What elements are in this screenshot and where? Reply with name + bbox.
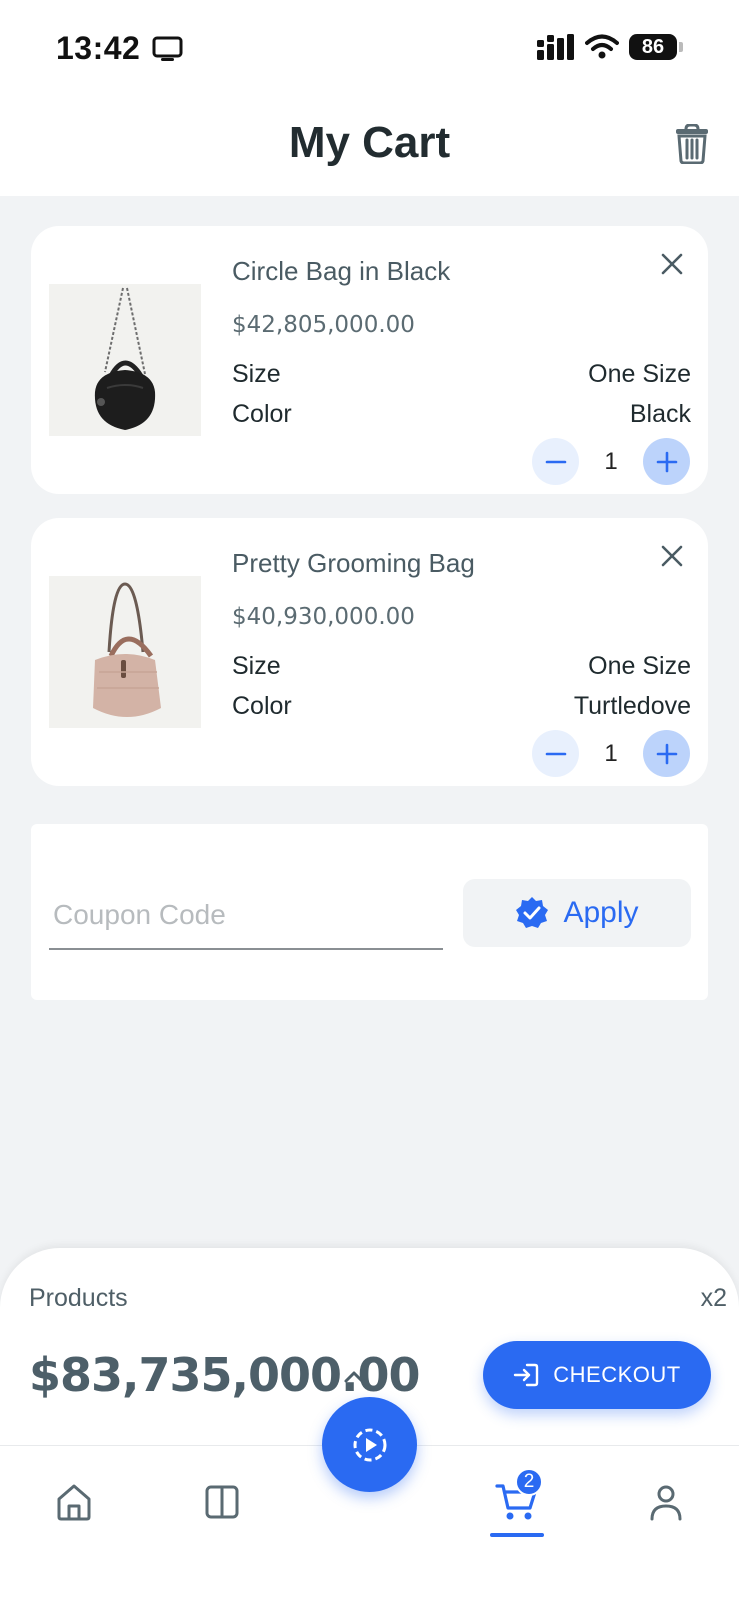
size-row: Size One Size <box>232 360 691 389</box>
decrease-quantity-button[interactable] <box>532 730 579 777</box>
apply-coupon-button[interactable]: Apply <box>463 879 691 947</box>
cellular-signal-icon <box>537 34 574 60</box>
cart-item: Circle Bag in Black $42,805,000.00 Size … <box>31 226 708 494</box>
increase-quantity-button[interactable] <box>643 730 690 777</box>
apply-label: Apply <box>563 896 639 929</box>
size-label: Size <box>232 360 281 388</box>
product-name[interactable]: Pretty Grooming Bag <box>232 548 475 579</box>
coupon-code-input[interactable] <box>49 882 443 950</box>
quantity-value: 1 <box>604 739 618 767</box>
wifi-icon <box>585 34 619 59</box>
active-tab-indicator <box>490 1533 544 1537</box>
play-circle-icon <box>353 1428 386 1461</box>
plus-icon <box>656 451 677 472</box>
cart-badge: 2 <box>515 1468 543 1496</box>
product-image[interactable] <box>49 284 201 436</box>
chevron-up-icon[interactable] <box>343 1368 365 1384</box>
product-price: $42,805,000.00 <box>232 312 415 338</box>
color-label: Color <box>232 692 292 720</box>
checkout-label: CHECKOUT <box>553 1362 681 1387</box>
products-label: Products <box>29 1284 128 1312</box>
close-icon[interactable] <box>658 250 686 278</box>
screen-mirroring-icon <box>152 36 183 61</box>
plus-icon <box>656 743 677 764</box>
product-price: $40,930,000.00 <box>232 604 415 630</box>
trash-icon[interactable] <box>675 124 709 164</box>
nav-profile[interactable] <box>636 1472 696 1532</box>
quantity-value: 1 <box>604 447 618 475</box>
handbag-black-image <box>49 284 201 436</box>
color-row: Color Turtledove <box>232 692 691 721</box>
status-bar: 13:42 86 <box>0 0 739 96</box>
quantity-stepper: 1 <box>532 730 690 777</box>
home-icon <box>57 1484 91 1521</box>
size-value: One Size <box>588 652 691 680</box>
increase-quantity-button[interactable] <box>643 438 690 485</box>
battery-indicator: 86 <box>629 34 683 60</box>
close-icon[interactable] <box>658 542 686 570</box>
product-name[interactable]: Circle Bag in Black <box>232 256 450 287</box>
product-image[interactable] <box>49 576 201 728</box>
color-value: Black <box>629 400 691 428</box>
battery-tip <box>679 42 683 52</box>
user-icon <box>650 1485 682 1521</box>
coupon-section: Apply <box>31 824 708 1000</box>
nav-cart[interactable]: 2 <box>487 1468 547 1532</box>
minus-icon <box>545 460 566 463</box>
color-row: Color Black <box>232 400 691 429</box>
quantity-stepper: 1 <box>532 438 690 485</box>
login-icon <box>514 1363 539 1387</box>
status-time: 13:42 <box>56 30 141 66</box>
layout-columns-icon <box>205 1485 239 1519</box>
nav-catalog[interactable] <box>192 1472 252 1532</box>
size-value: One Size <box>588 360 691 388</box>
play-video-button[interactable] <box>322 1397 417 1492</box>
size-row: Size One Size <box>232 652 691 681</box>
color-value: Turtledove <box>573 692 691 720</box>
handbag-beige-image <box>49 576 201 728</box>
size-label: Size <box>232 652 281 680</box>
checkout-button[interactable]: CHECKOUT <box>483 1341 711 1409</box>
status-icons: 86 <box>537 34 683 60</box>
nav-home[interactable] <box>44 1472 104 1532</box>
products-count: x2 <box>700 1284 727 1312</box>
page-title: My Cart <box>288 118 451 167</box>
header: My Cart <box>0 96 739 196</box>
cart-item: Pretty Grooming Bag $40,930,000.00 Size … <box>31 518 708 786</box>
decrease-quantity-button[interactable] <box>532 438 579 485</box>
minus-icon <box>545 752 566 755</box>
verified-badge-icon <box>516 897 549 928</box>
color-label: Color <box>232 400 292 428</box>
battery-level: 86 <box>629 34 677 60</box>
